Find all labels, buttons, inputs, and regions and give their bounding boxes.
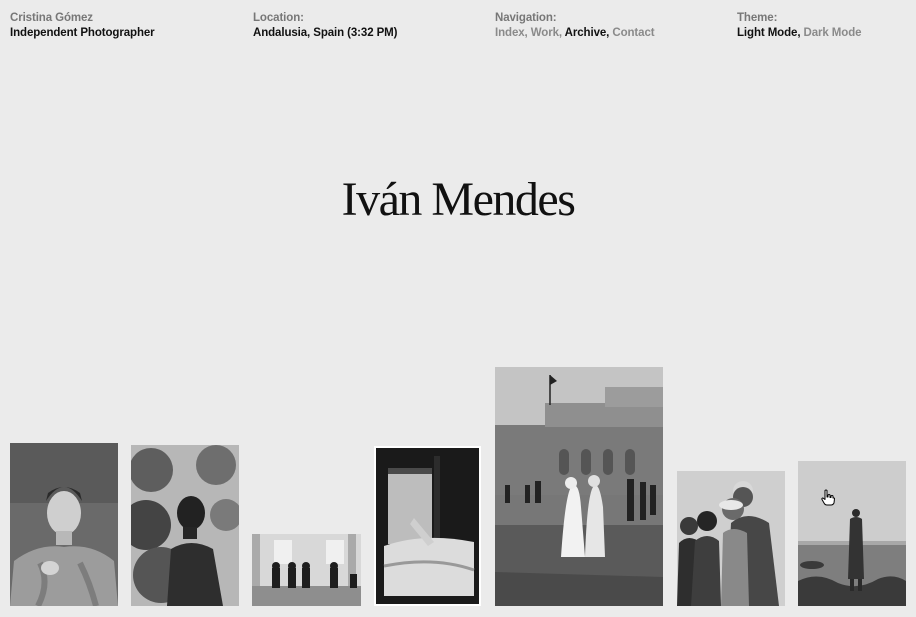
gallery-photo[interactable] xyxy=(677,471,785,606)
theme-label: Theme: xyxy=(737,12,778,24)
location-value: Andalusia, Spain (3:32 PM) xyxy=(253,27,398,39)
gallery-photo[interactable] xyxy=(252,534,361,606)
navigation-label: Navigation: xyxy=(495,12,557,24)
foliage-portrait-photo xyxy=(131,445,239,606)
nav-link-contact[interactable]: Contact xyxy=(612,27,654,39)
gallery-photo[interactable] xyxy=(495,367,663,606)
site-header: Cristina Gómez Independent Photographer … xyxy=(0,0,916,48)
crowd-portrait-photo xyxy=(677,471,785,606)
hand-pointer-icon xyxy=(821,489,835,506)
theme-switcher: Theme: Light Mode, Dark Mode xyxy=(737,11,862,41)
bed-window-photo xyxy=(376,448,479,604)
theme-dark-mode[interactable]: Dark Mode xyxy=(804,27,862,39)
gallery-photo[interactable] xyxy=(131,445,239,606)
theme-light-mode[interactable]: Light Mode, xyxy=(737,27,801,39)
location-label: Location: xyxy=(253,12,304,24)
gallery-photo[interactable] xyxy=(374,446,481,606)
nav-link-index[interactable]: Index, xyxy=(495,27,528,39)
location-info: Location: Andalusia, Spain (3:32 PM) xyxy=(253,11,397,41)
theme-options: Light Mode, Dark Mode xyxy=(737,26,862,41)
nav-links: Index, Work, Archive, Contact xyxy=(495,26,655,41)
navigation: Navigation: Index, Work, Archive, Contac… xyxy=(495,11,655,41)
plaza-photo xyxy=(495,367,663,606)
page-title: Iván Mendes xyxy=(341,173,576,226)
nav-link-work[interactable]: Work, xyxy=(531,27,562,39)
owner-role: Independent Photographer xyxy=(10,27,155,39)
wall-group-photo xyxy=(252,534,361,606)
seashore-photo xyxy=(798,461,906,606)
gallery-photo[interactable] xyxy=(10,443,118,606)
gallery-photo[interactable] xyxy=(798,461,906,606)
owner-name[interactable]: Cristina Gómez xyxy=(10,11,155,26)
owner-info: Cristina Gómez Independent Photographer xyxy=(10,11,155,41)
nav-link-archive[interactable]: Archive, xyxy=(565,27,610,39)
portrait-photo xyxy=(10,443,118,606)
